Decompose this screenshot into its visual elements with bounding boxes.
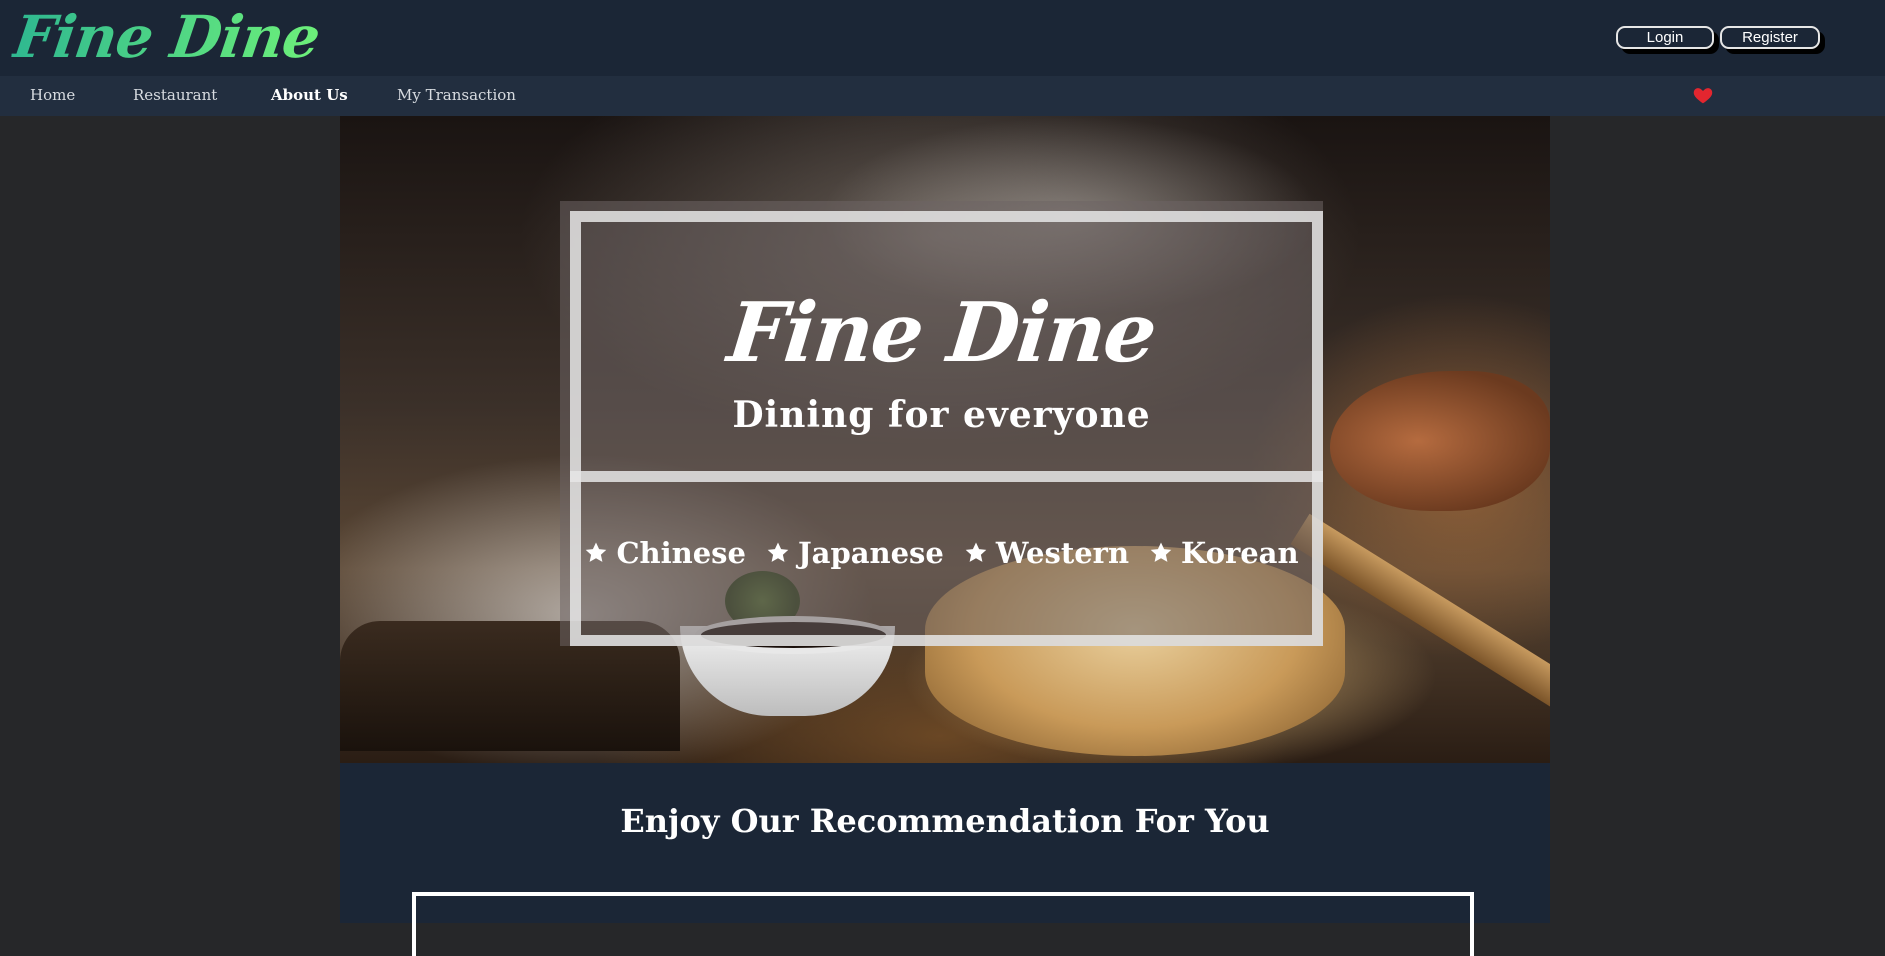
- cuisine-item: Korean: [1149, 536, 1299, 570]
- cuisine-label: Korean: [1181, 536, 1299, 570]
- hero-banner: Fine Dine Dining for everyone Chinese Ja…: [340, 116, 1550, 763]
- top-header: Fine Dine Login Register: [0, 0, 1885, 76]
- recommendation-title: Enjoy Our Recommendation For You: [620, 802, 1270, 840]
- cuisine-item: Chinese: [584, 536, 746, 570]
- cuisine-item: Western: [964, 536, 1129, 570]
- star-icon: [767, 542, 789, 562]
- nav-item-restaurant[interactable]: Restaurant: [133, 86, 217, 104]
- hero-overlay-card: Fine Dine Dining for everyone Chinese Ja…: [560, 201, 1323, 646]
- nav-item-home[interactable]: Home: [30, 86, 75, 104]
- cuisine-label: Japanese: [797, 536, 944, 570]
- star-icon: [1150, 542, 1172, 562]
- hero-hand: [1330, 371, 1550, 511]
- star-icon: [965, 542, 987, 562]
- nav-item-about-us[interactable]: About Us: [271, 86, 348, 104]
- heart-icon[interactable]: [1692, 84, 1714, 106]
- nav-item-my-transaction[interactable]: My Transaction: [397, 86, 516, 104]
- overlay-divider: [570, 471, 1323, 482]
- star-icon: [586, 542, 607, 562]
- main-nav: Home Restaurant About Us My Transaction: [0, 76, 1885, 116]
- cuisine-label: Western: [995, 536, 1130, 570]
- login-button[interactable]: Login: [1616, 26, 1714, 49]
- hero-tagline: Dining for everyone: [732, 394, 1151, 436]
- cuisine-list: Chinese Japanese Western Korean: [560, 536, 1323, 570]
- cuisine-label: Chinese: [616, 536, 746, 570]
- cuisine-item: Japanese: [766, 536, 944, 570]
- site-logo[interactable]: Fine Dine: [9, 2, 324, 72]
- recommendation-section: Enjoy Our Recommendation For You: [340, 763, 1550, 956]
- register-button[interactable]: Register: [1720, 26, 1820, 49]
- recommendation-container: [412, 892, 1474, 956]
- hero-logo: Fine Dine: [723, 285, 1160, 381]
